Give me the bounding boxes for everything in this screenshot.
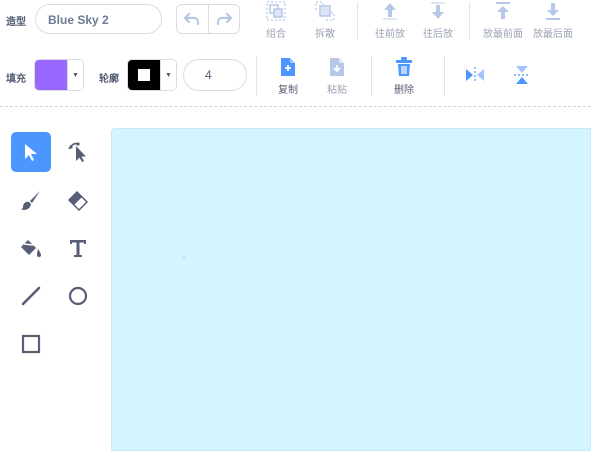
forward-button[interactable]: 往前放	[370, 0, 410, 40]
paste-button[interactable]: 粘贴	[317, 56, 357, 96]
costume-name-input[interactable]: Blue Sky 2	[35, 4, 162, 34]
outline-label: 轮廓	[99, 74, 119, 85]
front-button[interactable]: 放最前面	[483, 0, 523, 40]
eraser-icon	[67, 190, 89, 211]
rectangle-icon	[21, 334, 41, 354]
reshape-icon	[68, 142, 86, 162]
copy-button[interactable]: 复制	[268, 56, 308, 96]
separator	[256, 56, 257, 96]
send-to-back-icon	[542, 0, 564, 22]
group-icon	[265, 0, 287, 22]
ungroup-icon	[314, 0, 336, 22]
fill-color-picker[interactable]: ▼	[34, 59, 84, 91]
separator	[371, 56, 372, 96]
chevron-down-icon: ▼	[160, 60, 176, 90]
copy-icon	[277, 56, 299, 78]
brush-tool[interactable]	[11, 180, 51, 220]
undo-icon	[184, 13, 200, 25]
toolbar-divider	[0, 106, 591, 107]
paint-canvas[interactable]	[111, 128, 591, 451]
flip-vertical-button[interactable]	[511, 64, 533, 86]
line-tool[interactable]	[11, 276, 51, 316]
stroke-width-input[interactable]: 4	[183, 59, 247, 91]
text-tool[interactable]	[58, 228, 98, 268]
paint-bucket-icon	[21, 240, 41, 257]
circle-icon	[68, 286, 88, 306]
circle-tool[interactable]	[58, 276, 98, 316]
trash-icon	[393, 56, 415, 78]
chevron-down-icon: ▼	[67, 60, 83, 90]
group-button[interactable]: 组合	[256, 0, 296, 40]
outline-swatch	[128, 60, 160, 90]
text-icon	[70, 240, 86, 257]
select-tool[interactable]	[11, 132, 51, 172]
outline-color-picker[interactable]: ▼	[127, 59, 177, 91]
backward-label: 往后放	[423, 29, 453, 40]
canvas-speck	[183, 257, 185, 258]
copy-label: 复制	[278, 85, 298, 96]
outline-swatch-inner	[138, 69, 150, 81]
ungroup-label: 拆散	[315, 29, 335, 40]
forward-label: 往前放	[375, 29, 405, 40]
brush-icon	[21, 191, 40, 210]
group-label: 组合	[266, 29, 286, 40]
fill-label: 填充	[6, 74, 26, 85]
separator	[357, 2, 358, 40]
flip-horizontal-icon	[466, 67, 484, 83]
redo-button[interactable]	[209, 5, 240, 33]
move-backward-icon	[427, 0, 449, 22]
front-label: 放最前面	[483, 29, 523, 40]
fill-swatch	[35, 60, 67, 90]
separator	[444, 56, 445, 96]
bring-to-front-icon	[492, 0, 514, 22]
reshape-tool[interactable]	[58, 132, 98, 172]
flip-horizontal-button[interactable]	[464, 64, 486, 86]
rectangle-tool[interactable]	[11, 324, 51, 364]
separator	[469, 2, 470, 40]
delete-button[interactable]: 删除	[384, 56, 424, 96]
redo-icon	[216, 13, 232, 25]
ungroup-button[interactable]: 拆散	[305, 0, 345, 40]
backward-button[interactable]: 往后放	[418, 0, 458, 40]
paste-label: 粘贴	[327, 85, 347, 96]
back-label: 放最后面	[533, 29, 573, 40]
costume-label: 造型	[6, 17, 26, 28]
arrow-cursor-icon	[25, 144, 37, 161]
back-button[interactable]: 放最后面	[533, 0, 573, 40]
undo-redo-group	[176, 4, 240, 34]
fill-tool[interactable]	[11, 228, 51, 268]
flip-vertical-icon	[514, 66, 530, 84]
eraser-tool[interactable]	[58, 180, 98, 220]
move-forward-icon	[379, 0, 401, 22]
line-icon	[21, 286, 41, 306]
delete-label: 删除	[394, 85, 414, 96]
paste-icon	[326, 56, 348, 78]
undo-button[interactable]	[177, 5, 209, 33]
